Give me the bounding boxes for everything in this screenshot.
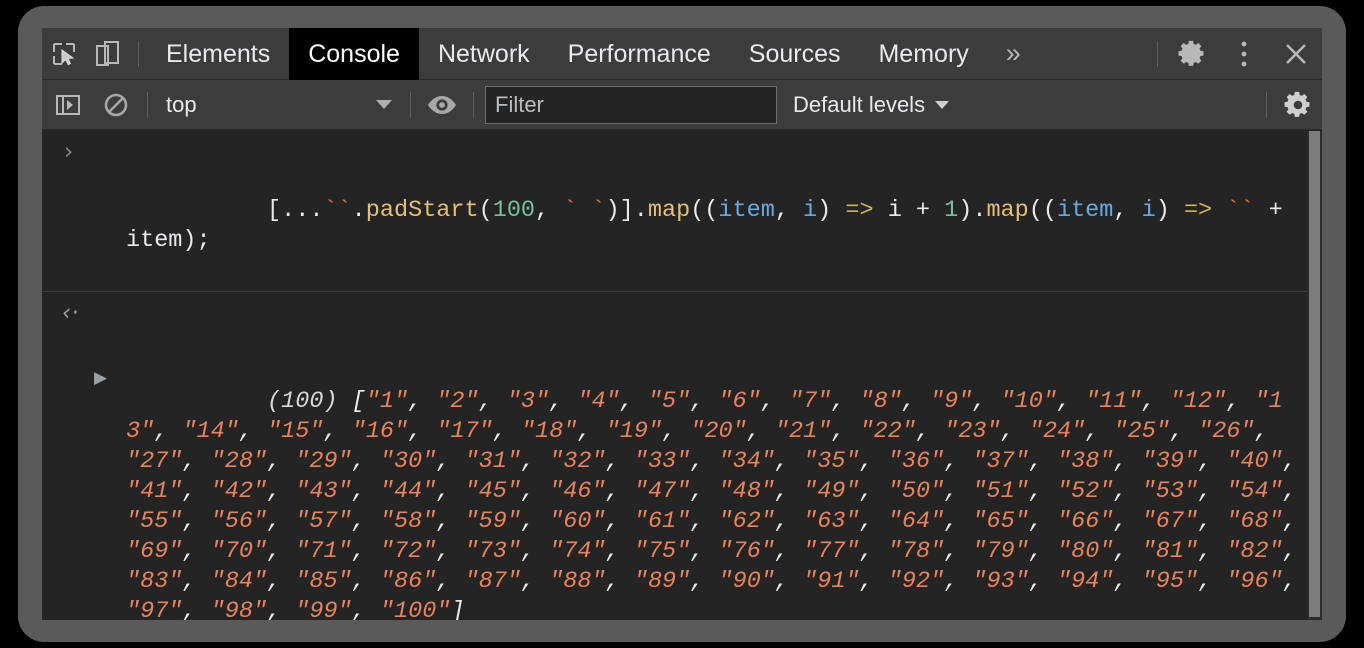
console-message-area[interactable]: › [...``.padStart(100, ` `)].map((item, … [42,131,1322,620]
tabbar-actions-divider [1157,40,1158,67]
chevron-down-icon [935,100,950,109]
tab-elements[interactable]: Elements [147,28,289,80]
tabbar-actions [1149,28,1322,80]
more-tabs-icon[interactable]: » [988,28,1039,80]
console-toolbar-actions [1259,80,1322,130]
tab-sources[interactable]: Sources [730,28,860,80]
console-toolbar-divider-1 [147,91,148,118]
devtools-window-frame: Elements Console Network Performance Sou… [18,6,1346,642]
console-toolbar-divider-2 [410,91,411,118]
tabbar-divider [138,40,139,67]
console-output-message[interactable]: ‹· ▶ (100) ["1", "2", "3", "4", "5", "6"… [42,292,1307,620]
tab-console[interactable]: Console [289,28,419,80]
console-scrollbar[interactable] [1307,131,1322,620]
close-icon[interactable] [1270,28,1322,80]
devtools-tabbar: Elements Console Network Performance Sou… [42,28,1322,80]
execution-context-label: top [166,91,197,117]
console-input-message[interactable]: › [...``.padStart(100, ` `)].map((item, … [42,131,1307,292]
chevron-down-icon [376,100,392,109]
log-levels-label: Default levels [793,91,926,117]
output-chevron-icon: ‹· [62,300,79,326]
console-toolbar-divider-4 [1266,91,1267,118]
execution-context-select[interactable]: top [155,80,403,130]
console-toolbar-divider-3 [473,91,474,118]
more-options-icon[interactable] [1218,28,1270,80]
console-scroll-viewport: › [...``.padStart(100, ` `)].map((item, … [42,131,1307,620]
expand-array-triangle-icon[interactable]: ▶ [94,363,107,393]
tab-performance[interactable]: Performance [549,28,730,80]
devtools-panel: Elements Console Network Performance Sou… [42,28,1322,620]
inspect-element-icon[interactable] [42,28,86,80]
gear-icon[interactable] [1166,28,1218,80]
console-scrollbar-thumb[interactable] [1309,131,1320,617]
device-toolbar-icon[interactable] [86,28,130,80]
console-input-code: [...``.padStart(100, ` `)].map((item, i)… [126,197,1297,254]
console-output-array: (100) ["1", "2", "3", "4", "5", "6", "7"… [126,388,1297,620]
console-toolbar: top Default levels [42,80,1322,130]
clear-console-icon[interactable] [92,80,140,130]
input-chevron-icon: › [64,139,74,165]
gear-icon[interactable] [1274,80,1322,130]
console-sidebar-icon[interactable] [44,80,92,130]
live-expression-icon[interactable] [418,80,466,130]
tab-memory[interactable]: Memory [859,28,987,80]
log-levels-select[interactable]: Default levels [777,80,959,130]
filter-input[interactable] [485,85,777,124]
tab-network[interactable]: Network [419,28,549,80]
